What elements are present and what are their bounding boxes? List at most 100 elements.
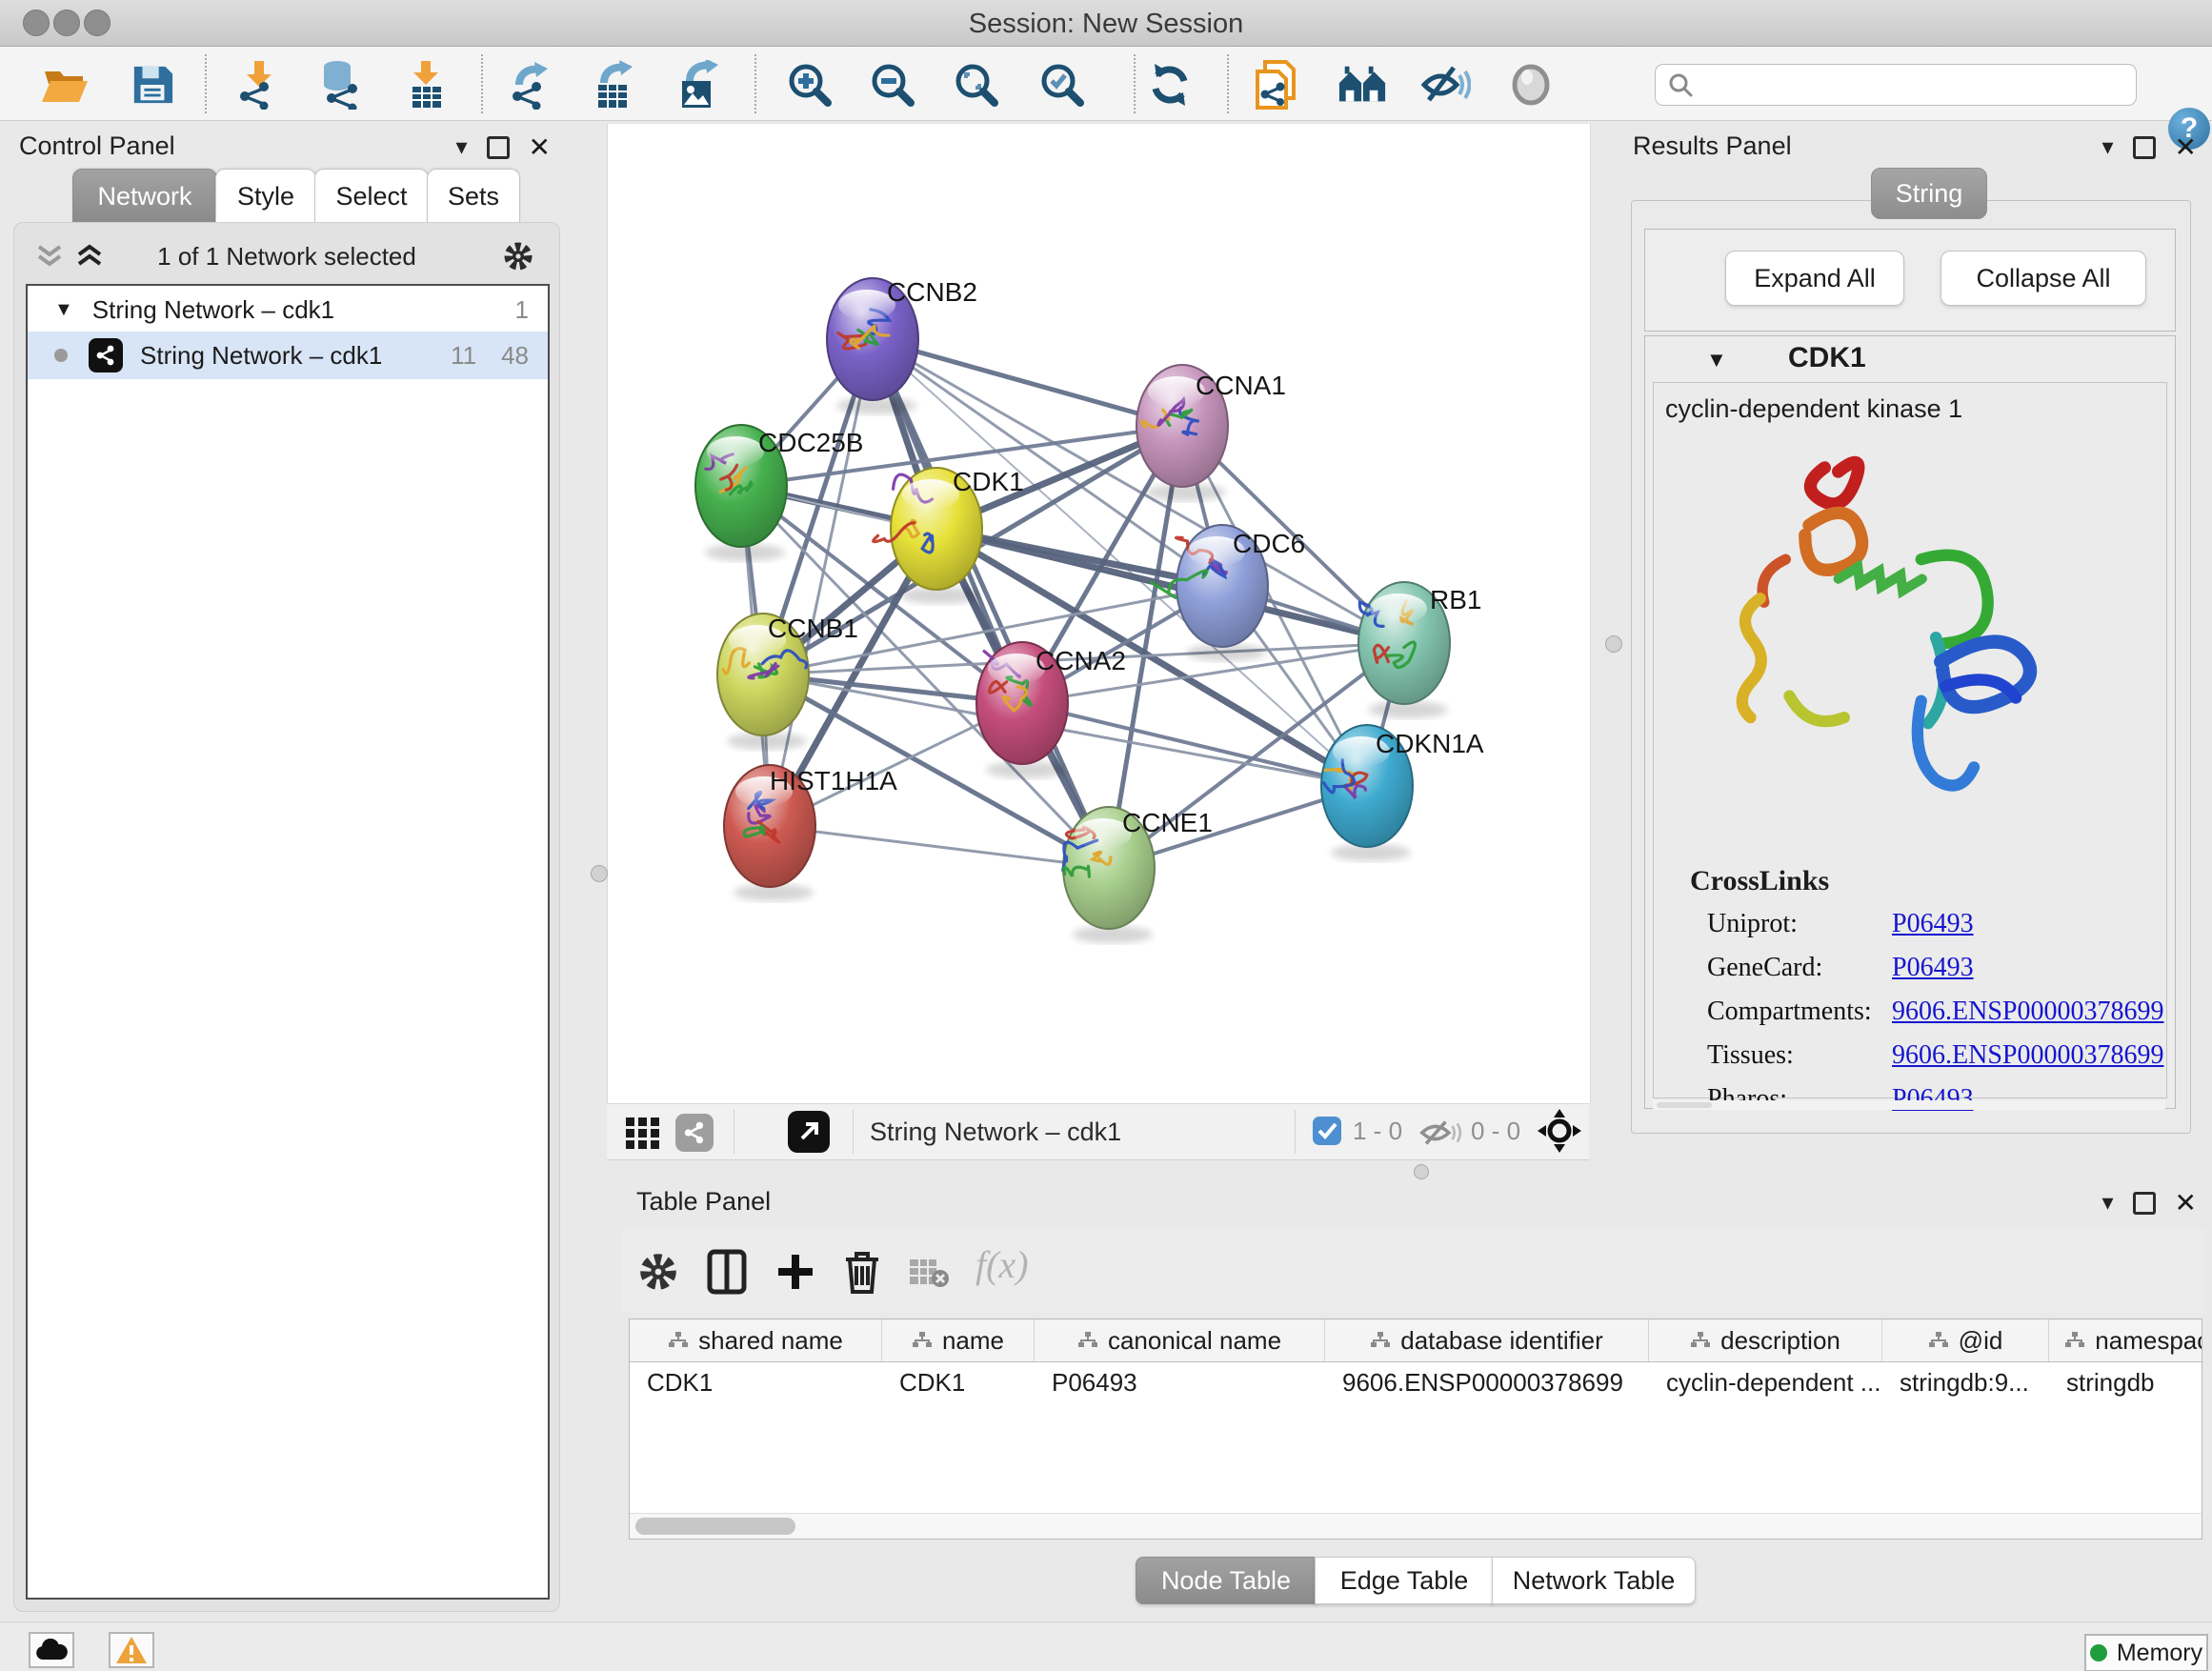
results-scrollbar[interactable] (1653, 1100, 2165, 1110)
save-session-button[interactable] (128, 60, 177, 110)
fit-selected-crosshair-icon[interactable] (1538, 1109, 1581, 1153)
tab-sets[interactable]: Sets (427, 169, 520, 224)
close-panel-icon[interactable]: ✕ (529, 131, 551, 163)
memory-button[interactable]: Memory (2084, 1634, 2208, 1671)
table-row[interactable]: CDK1CDK1P064939606.ENSP00000378699cyclin… (630, 1361, 2202, 1403)
hide-selected-button[interactable] (1421, 60, 1471, 110)
float-panel-icon[interactable] (487, 136, 510, 159)
add-column-button[interactable] (772, 1246, 819, 1298)
gene-card-header[interactable]: ▼ CDK1 (1645, 336, 2175, 382)
network-collection-row[interactable]: ▼ String Network – cdk1 1 (28, 288, 548, 332)
network-view-canvas[interactable]: CCNB2CCNA1CDC25BCDK1CDC6RB1CCNB1CCNA2CDK… (607, 124, 1591, 1103)
column-header[interactable]: shared name (630, 1319, 882, 1361)
panel-menu-icon[interactable]: ▾ (455, 133, 467, 161)
svg-text:CCNB1: CCNB1 (768, 614, 858, 643)
warnings-button[interactable] (109, 1632, 154, 1668)
crosslink-link[interactable]: P06493 (1892, 909, 1974, 939)
horizontal-splitter-handle[interactable] (1414, 1164, 1429, 1179)
tab-network-table[interactable]: Network Table (1492, 1557, 1696, 1604)
import-table-button[interactable] (402, 60, 452, 110)
tab-network[interactable]: Network (72, 169, 217, 224)
cloud-status-button[interactable] (29, 1632, 74, 1668)
table-cell[interactable]: CDK1 (630, 1361, 882, 1403)
collapse-all-button[interactable]: Collapse All (1941, 251, 2146, 306)
tab-node-table[interactable]: Node Table (1136, 1557, 1317, 1604)
network-overview-icon[interactable] (675, 1114, 714, 1152)
tab-select[interactable]: Select (314, 169, 429, 224)
table-x-icon (908, 1256, 950, 1288)
scrollbar-thumb[interactable] (635, 1518, 795, 1535)
refresh-button[interactable] (1145, 60, 1195, 110)
column-header[interactable]: database identifier (1325, 1319, 1649, 1361)
column-header[interactable]: namespace (2049, 1319, 2202, 1361)
column-header[interactable]: @id (1882, 1319, 2049, 1361)
crosslink-link[interactable]: P06493 (1892, 953, 1974, 983)
export-network-button[interactable] (507, 60, 556, 110)
close-panel-icon[interactable]: ✕ (2175, 131, 2197, 163)
table-cell[interactable]: P06493 (1035, 1361, 1325, 1403)
delete-column-button[interactable] (838, 1246, 886, 1298)
export-table-button[interactable] (590, 60, 639, 110)
crosslinks-heading: CrossLinks (1690, 865, 1829, 897)
detach-view-icon[interactable] (788, 1111, 830, 1153)
grid-view-icon[interactable] (624, 1114, 662, 1152)
network-status-dot (54, 349, 68, 362)
network-graph[interactable]: CCNB2CCNA1CDC25BCDK1CDC6RB1CCNB1CCNA2CDK… (608, 124, 1590, 1103)
crosslink-link[interactable]: P06493 (1892, 1084, 1974, 1115)
cloud-icon (35, 1639, 68, 1661)
float-panel-icon[interactable] (2133, 1192, 2156, 1215)
zoom-out-button[interactable] (868, 60, 917, 110)
toolbar-separator (481, 54, 483, 113)
tab-string[interactable]: String (1871, 168, 1987, 219)
open-session-button[interactable] (40, 60, 90, 110)
tab-style[interactable]: Style (215, 169, 316, 224)
status-bar: Memory (0, 1621, 2212, 1671)
zoom-selected-button[interactable] (1037, 60, 1087, 110)
column-header[interactable]: description (1649, 1319, 1882, 1361)
panel-menu-icon[interactable]: ▾ (2101, 1189, 2113, 1217)
table-settings-button[interactable] (634, 1246, 682, 1298)
table-cell[interactable]: stringdb:9... (1882, 1361, 2049, 1403)
gear-icon[interactable] (502, 240, 534, 272)
show-columns-button[interactable] (703, 1246, 751, 1298)
panel-menu-icon[interactable]: ▾ (2101, 133, 2113, 161)
tab-edge-table[interactable]: Edge Table (1315, 1557, 1494, 1604)
selected-nodes-checkbox[interactable] (1313, 1117, 1341, 1145)
crosslink-link[interactable]: 9606.ENSP00000378699 (1892, 997, 2163, 1027)
node-table[interactable]: shared namenamecanonical namedatabase id… (629, 1319, 2202, 1540)
control-panel-title: Control Panel (19, 131, 175, 161)
first-neighbors-button[interactable] (1337, 60, 1387, 110)
zoom-fit-button[interactable] (952, 60, 1001, 110)
export-image-button[interactable] (674, 60, 723, 110)
clone-network-button[interactable] (1252, 60, 1301, 110)
protein-structure-image (1692, 442, 2092, 823)
svg-text:RB1: RB1 (1430, 585, 1481, 614)
collapse-caret-icon[interactable]: ▼ (1706, 348, 1727, 372)
main-toolbar: ? (0, 47, 2212, 121)
search-input[interactable] (1694, 70, 2136, 100)
import-network-from-database-button[interactable] (316, 60, 366, 110)
column-header[interactable]: canonical name (1035, 1319, 1325, 1361)
tree-caret-icon[interactable]: ▼ (54, 299, 73, 321)
float-panel-icon[interactable] (2133, 136, 2156, 159)
table-cell[interactable]: cyclin-dependent ... (1649, 1361, 1882, 1403)
crosslink-label: Tissues: (1707, 1040, 1794, 1071)
table-cell[interactable]: CDK1 (882, 1361, 1035, 1403)
vertical-splitter-handle[interactable] (591, 865, 608, 882)
table-horizontal-scrollbar[interactable] (630, 1513, 2202, 1539)
table-cell[interactable]: stringdb (2049, 1361, 2202, 1403)
close-panel-icon[interactable]: ✕ (2175, 1187, 2197, 1218)
highlight-button[interactable] (1506, 60, 1556, 110)
refresh-icon (1147, 62, 1193, 108)
network-row[interactable]: String Network – cdk1 11 48 (28, 332, 548, 379)
search-field[interactable] (1655, 64, 2137, 106)
crosslink-link[interactable]: 9606.ENSP00000378699 (1892, 1040, 2163, 1071)
column-header[interactable]: name (882, 1319, 1035, 1361)
table-cell[interactable]: 9606.ENSP00000378699 (1325, 1361, 1649, 1403)
vertical-splitter-handle[interactable] (1605, 635, 1622, 653)
zoom-in-button[interactable] (785, 60, 835, 110)
import-network-button[interactable] (234, 60, 284, 110)
expand-all-button[interactable]: Expand All (1725, 251, 1904, 306)
hidden-eye-icon[interactable] (1419, 1118, 1463, 1147)
export-network-icon (508, 60, 555, 110)
